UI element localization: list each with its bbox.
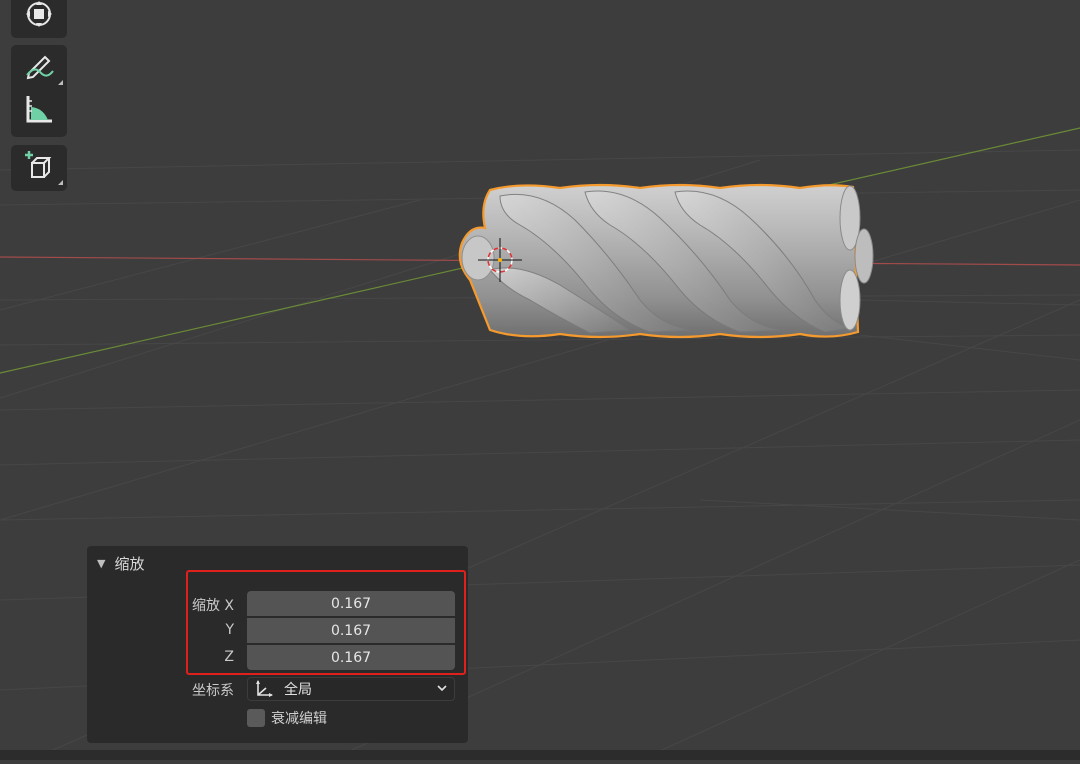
chevron-down-icon (436, 681, 448, 699)
tool-submenu-corner (58, 80, 63, 85)
add-cube-tool-button[interactable] (11, 145, 67, 189)
toolbar-annotate-measure-group (11, 45, 67, 137)
add-cube-icon (23, 149, 55, 185)
panel-header[interactable]: ▼ 缩放 (97, 553, 144, 573)
status-bar (0, 750, 1080, 760)
annotate-tool-button[interactable] (11, 45, 67, 89)
proportional-editing-label: 衰减编辑 (271, 711, 327, 727)
collapse-triangle-icon[interactable]: ▼ (97, 557, 105, 570)
transform-icon (24, 0, 54, 34)
checkbox[interactable] (247, 709, 265, 727)
measure-tool-button[interactable] (11, 89, 67, 133)
highlight-box (186, 570, 466, 675)
3d-viewport[interactable]: ▼ 缩放 缩放 X Y Z 0.167 0.167 0.167 坐标系 全局 衰… (0, 0, 1080, 761)
transform-tool-button[interactable] (11, 0, 67, 34)
tool-submenu-corner (58, 180, 63, 185)
proportional-editing-toggle[interactable]: 衰减编辑 (247, 708, 327, 728)
toolbar-add-group (11, 145, 67, 191)
adjust-last-operation-panel: ▼ 缩放 缩放 X Y Z 0.167 0.167 0.167 坐标系 全局 衰… (87, 546, 468, 743)
orientation-value: 全局 (284, 682, 312, 698)
orientation-dropdown[interactable]: 全局 (247, 677, 455, 701)
measure-ruler-icon (23, 93, 55, 129)
panel-title: 缩放 (114, 554, 145, 573)
axis-orientation-icon (254, 680, 274, 698)
toolbar-transform-group (11, 0, 67, 38)
annotate-pencil-icon (23, 49, 55, 85)
rope-object (458, 183, 874, 339)
orientation-label: 坐标系 (192, 683, 234, 699)
